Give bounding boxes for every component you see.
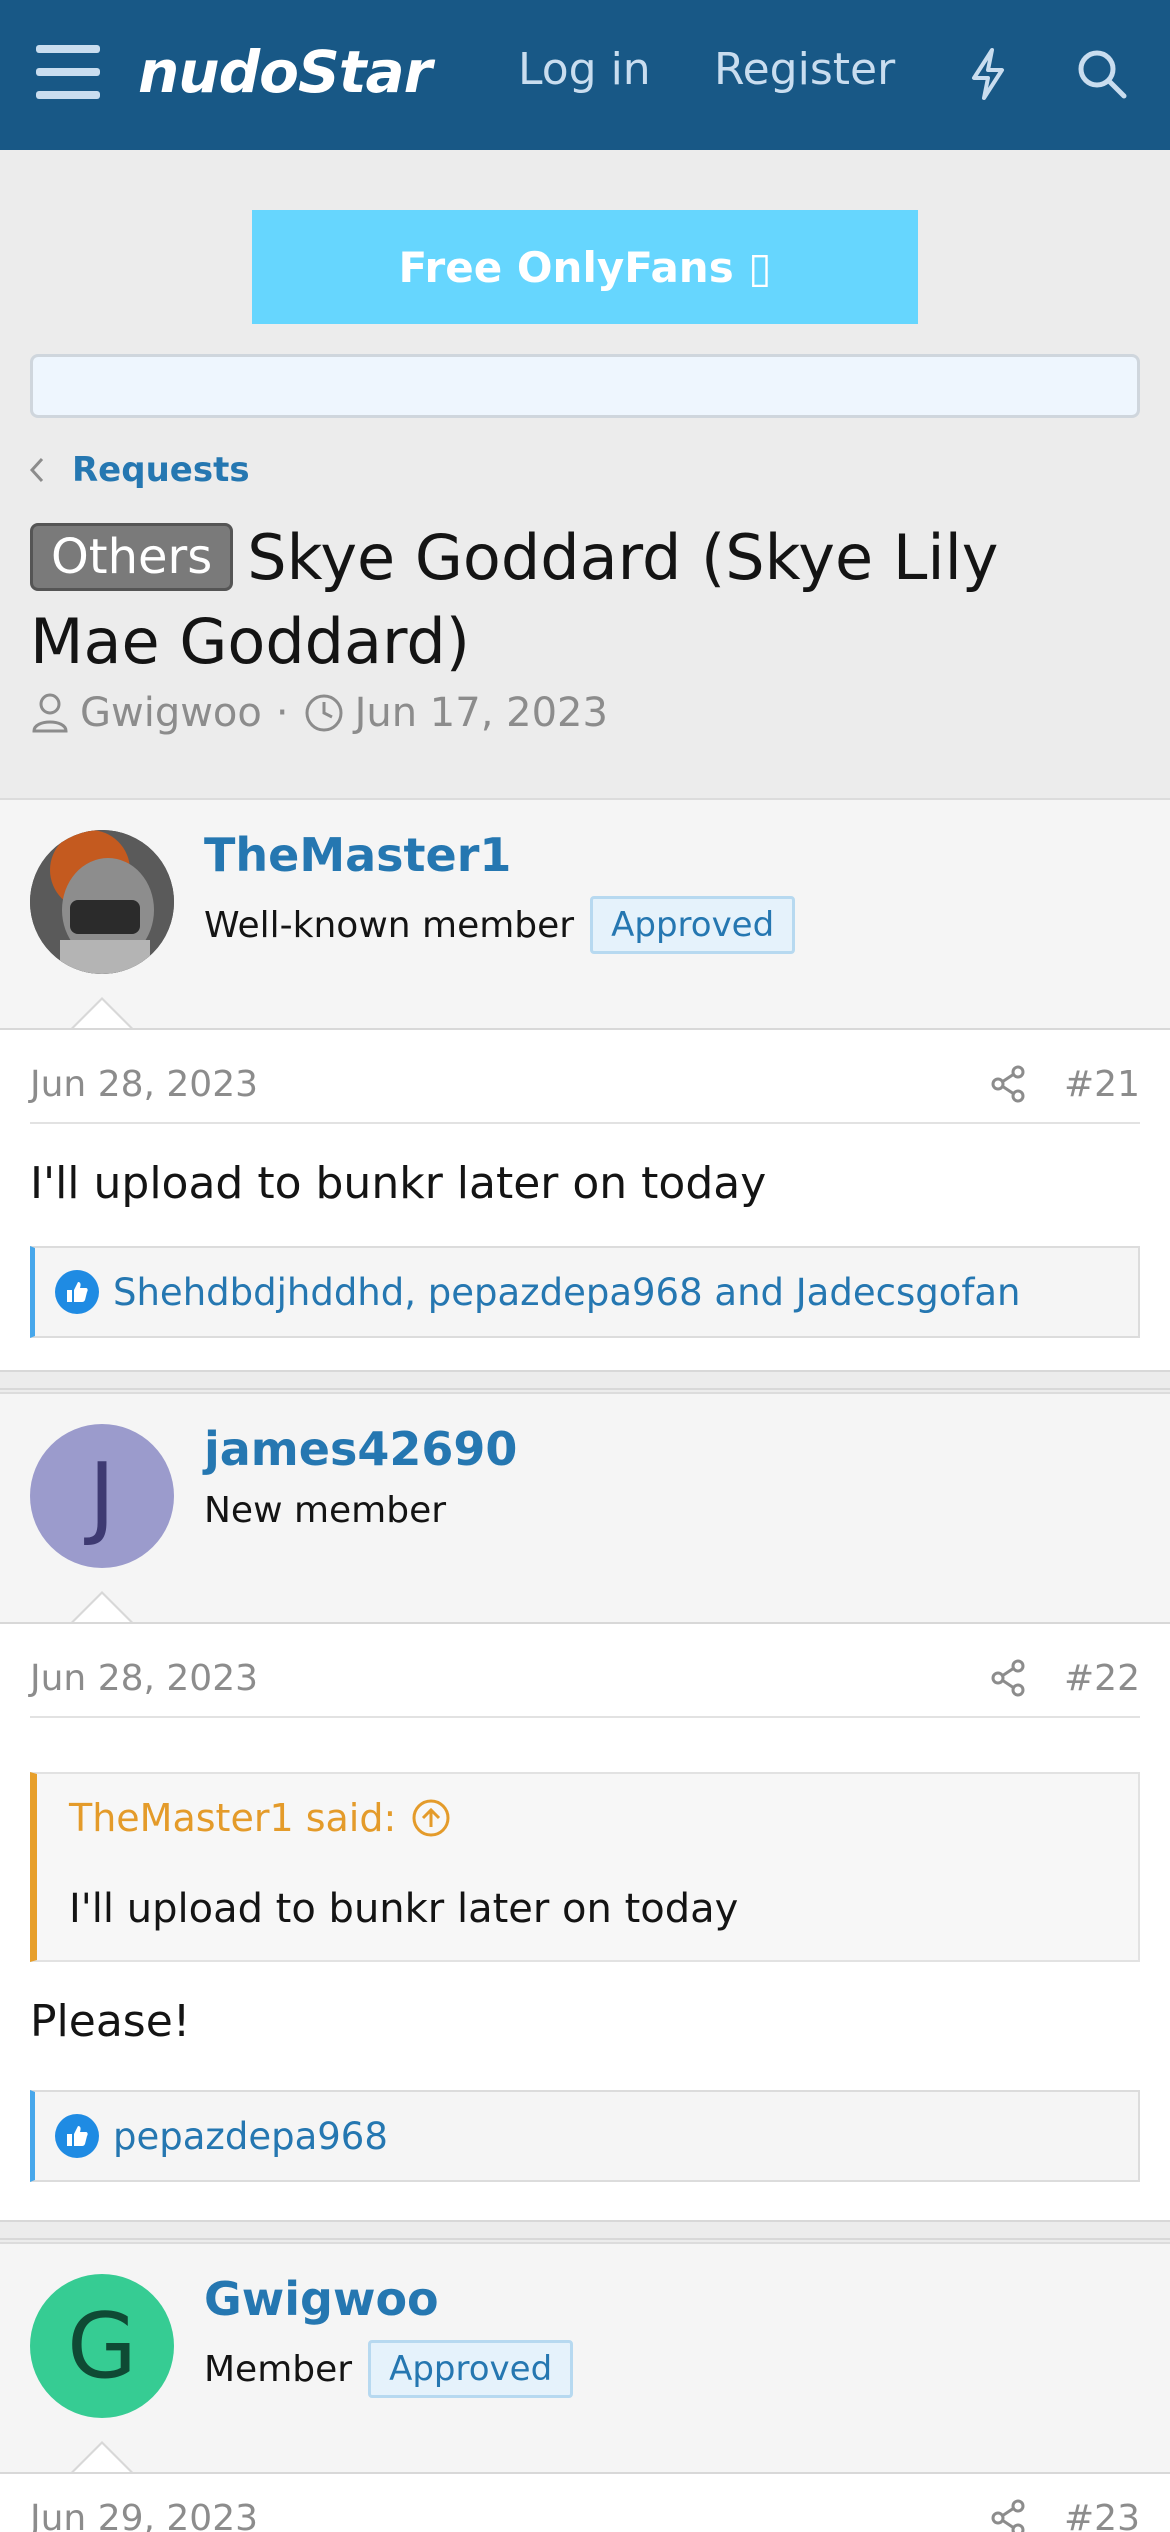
avatar[interactable]: J xyxy=(30,1424,174,1568)
post-text: Please! xyxy=(30,1996,191,2047)
promo-banner-button[interactable]: Free OnlyFans ▯ xyxy=(252,210,918,324)
post-body: Jun 29, 2023 #23 xyxy=(0,2472,1170,2532)
like-icon xyxy=(55,1270,99,1314)
chevron-left-icon xyxy=(29,457,44,483)
thread-title: Others Skye Goddard (Skye Lily Mae Goddar… xyxy=(30,516,1140,684)
avatar[interactable]: G xyxy=(30,2274,174,2418)
user-icon xyxy=(32,693,68,733)
breadcrumb-requests[interactable]: Requests xyxy=(72,450,250,490)
post-date[interactable]: Jun 28, 2023 xyxy=(30,1064,258,1105)
post-number[interactable]: #23 xyxy=(1064,2498,1140,2532)
username[interactable]: TheMaster1 xyxy=(204,828,511,882)
user-title-row: Member Approved xyxy=(204,2340,574,2398)
quote-header[interactable]: TheMaster1 said: xyxy=(69,1796,452,1840)
like-icon xyxy=(55,2114,99,2158)
post-user-panel: TheMaster1 Well-known member Approved xyxy=(0,798,1170,1030)
username[interactable]: james42690 xyxy=(204,1422,517,1476)
reaction-users[interactable]: pepazdepa968 xyxy=(113,2115,388,2158)
user-title-row: New member xyxy=(204,1490,446,1531)
user-title-row: Well-known member Approved xyxy=(204,896,796,954)
avatar[interactable] xyxy=(30,830,174,974)
post-meta: Jun 28, 2023 #22 xyxy=(30,1654,1140,1718)
avatar-image xyxy=(30,830,174,974)
menu-icon[interactable] xyxy=(36,45,100,99)
site-logo[interactable]: nudoStar xyxy=(138,38,432,106)
post-22: J james42690 New member Jun 28, 2023 #22… xyxy=(0,1392,1170,2222)
clock-icon xyxy=(305,694,343,732)
register-link[interactable]: Register xyxy=(714,44,895,95)
post-user-panel: G Gwigwoo Member Approved xyxy=(0,2242,1170,2474)
top-navigation-bar: nudoStar Log in Register xyxy=(0,0,1170,150)
post-user-panel: J james42690 New member xyxy=(0,1392,1170,1624)
reactions-bar[interactable]: Shehdbdjhddhd, pepazdepa968 and Jadecsgo… xyxy=(30,1246,1140,1338)
search-icon[interactable] xyxy=(1072,44,1132,104)
share-icon[interactable] xyxy=(988,2498,1028,2532)
quote-block: TheMaster1 said: I'll upload to bunkr la… xyxy=(30,1772,1140,1962)
thread-start-date[interactable]: Jun 17, 2023 xyxy=(355,690,608,736)
reaction-users[interactable]: Shehdbdjhddhd, pepazdepa968 and Jadecsgo… xyxy=(113,1271,1021,1314)
quote-author[interactable]: TheMaster1 said: xyxy=(69,1796,396,1840)
breadcrumb[interactable]: Requests xyxy=(28,450,250,490)
username[interactable]: Gwigwoo xyxy=(204,2272,439,2326)
post-separator xyxy=(0,1370,1170,1390)
post-21: TheMaster1 Well-known member Approved Ju… xyxy=(0,798,1170,1370)
notice-bar xyxy=(30,354,1140,418)
reactions-bar[interactable]: pepazdepa968 xyxy=(30,2090,1140,2182)
approved-badge: Approved xyxy=(590,896,796,954)
login-link[interactable]: Log in xyxy=(518,44,651,95)
share-icon[interactable] xyxy=(988,1064,1028,1104)
post-23: G Gwigwoo Member Approved Jun 29, 2023 #… xyxy=(0,2242,1170,2532)
share-icon[interactable] xyxy=(988,1658,1028,1698)
post-meta: Jun 28, 2023 #21 xyxy=(30,1060,1140,1124)
user-title: Well-known member xyxy=(204,904,575,946)
quote-text: I'll upload to bunkr later on today xyxy=(69,1886,739,1932)
thread-prefix-badge[interactable]: Others xyxy=(30,523,234,591)
thread-meta: Gwigwoo · Jun 17, 2023 xyxy=(30,690,608,736)
arrow-up-circle-icon[interactable] xyxy=(410,1797,452,1839)
post-body: Jun 28, 2023 #22 TheMaster1 said: I'll u… xyxy=(0,1622,1170,2222)
post-body: Jun 28, 2023 #21 I'll upload to bunkr la… xyxy=(0,1028,1170,1370)
whats-new-icon[interactable] xyxy=(958,44,1018,104)
post-text: I'll upload to bunkr later on today xyxy=(30,1158,767,1209)
post-date[interactable]: Jun 28, 2023 xyxy=(30,1658,258,1699)
approved-badge: Approved xyxy=(368,2340,574,2398)
user-title: New member xyxy=(204,1490,447,1531)
post-meta: Jun 29, 2023 #23 xyxy=(30,2494,1140,2532)
post-date[interactable]: Jun 29, 2023 xyxy=(30,2498,258,2532)
post-number[interactable]: #22 xyxy=(1064,1658,1140,1699)
thread-author[interactable]: Gwigwoo xyxy=(80,690,262,736)
post-number[interactable]: #21 xyxy=(1064,1064,1140,1105)
user-title: Member xyxy=(204,2348,353,2390)
post-separator xyxy=(0,2220,1170,2240)
